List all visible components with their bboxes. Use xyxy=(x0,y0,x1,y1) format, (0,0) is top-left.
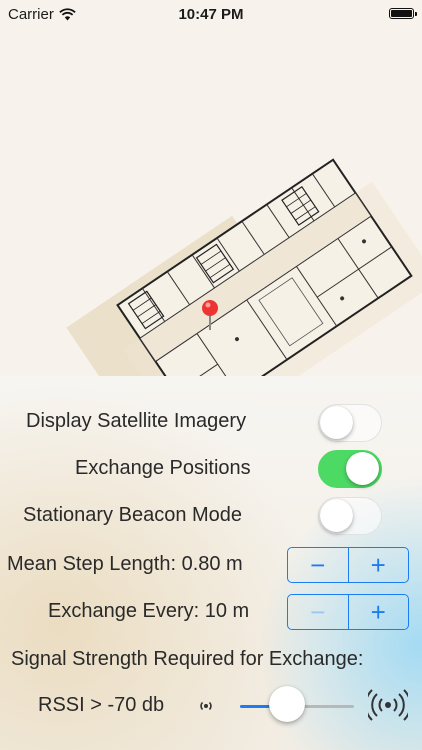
exchange-every-plus-button[interactable]: + xyxy=(347,595,409,629)
settings-panel: Display Satellite Imagery Exchange Posit… xyxy=(0,376,422,750)
stationary-beacon-switch[interactable] xyxy=(318,497,382,535)
exchange-positions-label: Exchange Positions xyxy=(75,457,251,479)
status-bar: Carrier 10:47 PM xyxy=(0,0,422,30)
rssi-label: RSSI > -70 db xyxy=(38,694,165,716)
switch-knob xyxy=(320,499,353,532)
exchange-every-stepper: − + xyxy=(287,594,409,630)
stationary-beacon-label: Stationary Beacon Mode xyxy=(23,504,243,526)
map-view[interactable] xyxy=(0,30,422,376)
step-length-stepper: − + xyxy=(287,547,409,583)
step-length-label: Mean Step Length: 0.80 m xyxy=(7,553,243,575)
exchange-every-minus-button[interactable]: − xyxy=(288,595,348,629)
exchange-positions-switch[interactable] xyxy=(318,450,382,488)
switch-knob xyxy=(320,406,353,439)
step-length-minus-button[interactable]: − xyxy=(288,548,348,582)
floor-plan xyxy=(66,158,422,376)
satellite-label: Display Satellite Imagery xyxy=(26,410,247,432)
exchange-every-label: Exchange Every: 10 m xyxy=(48,600,250,622)
rssi-slider-thumb[interactable] xyxy=(268,686,305,722)
signal-strength-heading: Signal Strength Required for Exchange: xyxy=(11,648,364,670)
battery-fill xyxy=(391,10,412,17)
switch-knob xyxy=(346,452,379,485)
battery-icon xyxy=(389,8,417,19)
status-time: 10:47 PM xyxy=(178,6,244,23)
signal-high-icon xyxy=(368,689,408,721)
signal-low-icon xyxy=(200,701,212,711)
step-length-plus-button[interactable]: + xyxy=(347,548,409,582)
satellite-switch[interactable] xyxy=(318,404,382,442)
